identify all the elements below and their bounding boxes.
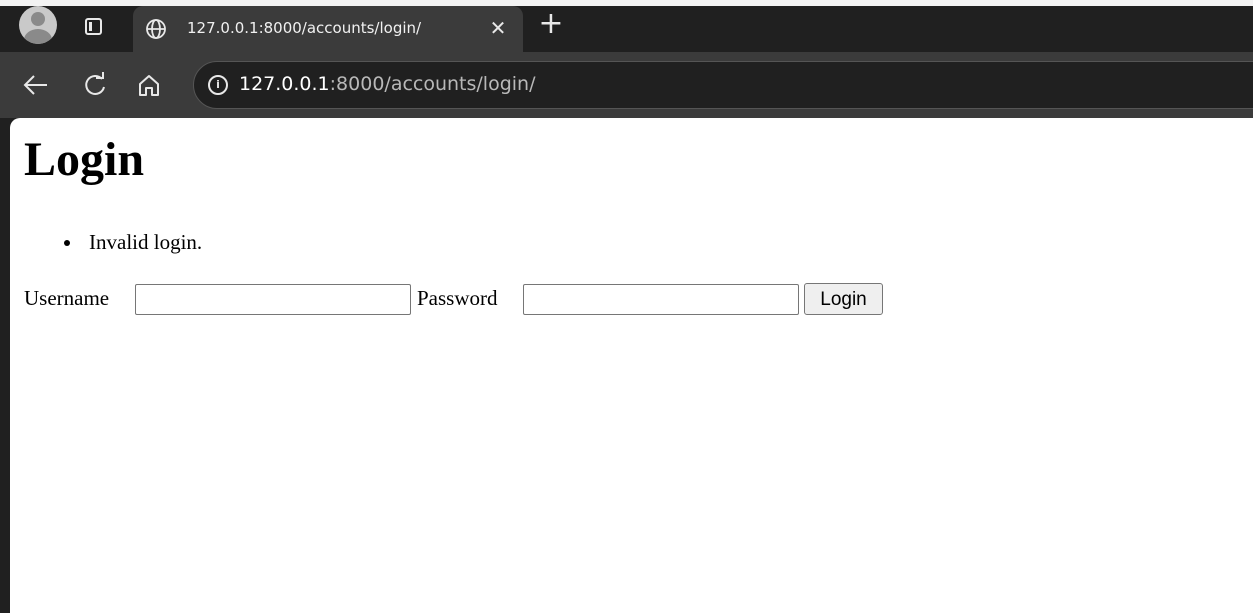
- page-viewport: Login Invalid login. Username Password L…: [10, 118, 1253, 613]
- tab-strip: 127.0.0.1:8000/accounts/login/ ✕ +: [0, 0, 1253, 52]
- new-tab-button[interactable]: +: [535, 9, 567, 40]
- profile-avatar-icon[interactable]: [19, 6, 57, 44]
- password-input[interactable]: [523, 284, 799, 315]
- info-icon[interactable]: i: [208, 75, 228, 95]
- address-bar[interactable]: i 127.0.0.1:8000/accounts/login/: [193, 61, 1253, 109]
- home-icon[interactable]: [131, 67, 167, 103]
- reload-icon[interactable]: [77, 67, 113, 103]
- tab-actions-glyph: [85, 18, 102, 35]
- url-host: 127.0.0.1: [239, 73, 330, 95]
- tab-active[interactable]: 127.0.0.1:8000/accounts/login/ ✕: [133, 6, 523, 52]
- tab-title: 127.0.0.1:8000/accounts/login/: [187, 19, 422, 37]
- login-button[interactable]: Login: [804, 283, 883, 315]
- avatar-head: [31, 12, 45, 26]
- url-text[interactable]: 127.0.0.1:8000/accounts/login/: [239, 73, 536, 95]
- username-label: Username: [24, 286, 110, 310]
- globe-icon: [145, 18, 167, 40]
- browser-window: 127.0.0.1:8000/accounts/login/ ✕ + i 127…: [0, 0, 1253, 613]
- password-label: Password: [417, 286, 498, 310]
- username-input[interactable]: [135, 284, 411, 315]
- page-title: Login: [24, 133, 145, 186]
- tab-actions-icon[interactable]: [79, 12, 113, 40]
- browser-toolbar: i 127.0.0.1:8000/accounts/login/: [0, 52, 1253, 118]
- error-list: Invalid login.: [62, 228, 202, 256]
- avatar-body: [24, 29, 52, 44]
- back-arrow-icon[interactable]: [18, 67, 54, 103]
- close-icon[interactable]: ✕: [484, 14, 512, 42]
- error-message: Invalid login.: [62, 228, 202, 256]
- url-path: :8000/accounts/login/: [329, 73, 536, 95]
